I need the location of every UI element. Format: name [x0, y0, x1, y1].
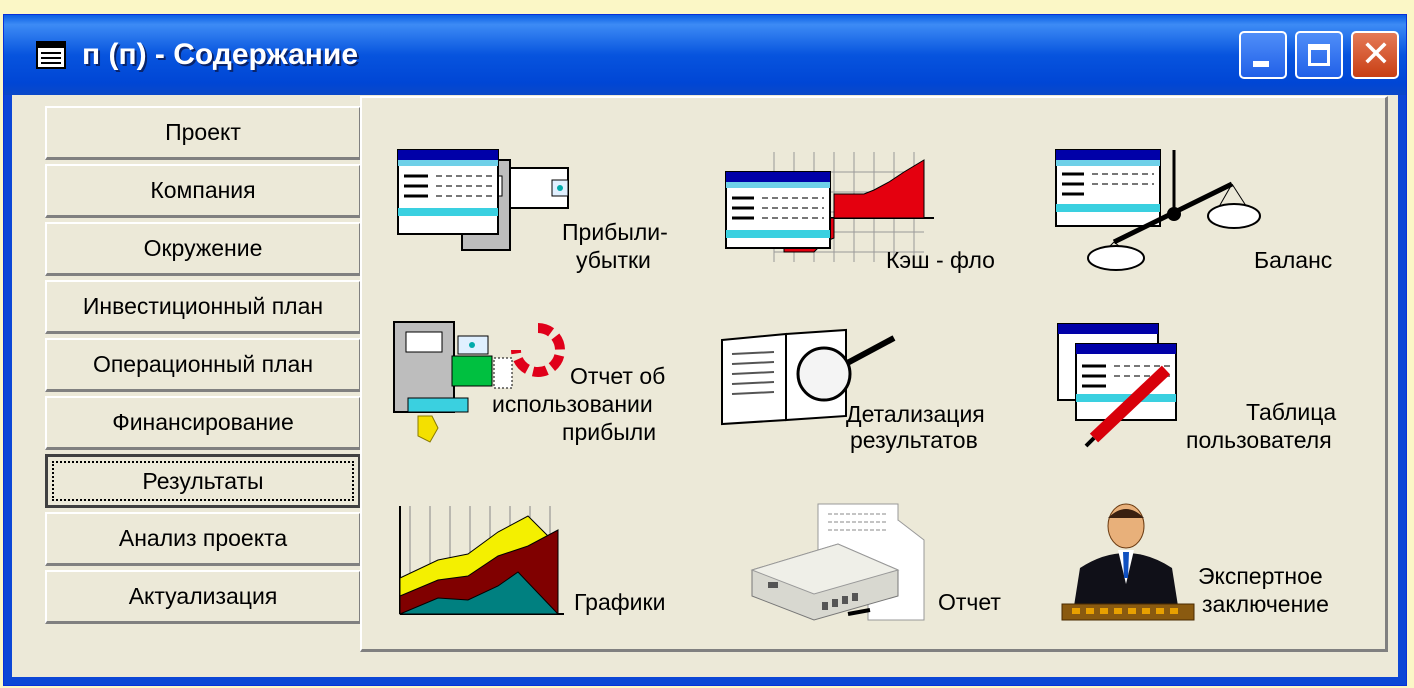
tile-report[interactable]: Отчет — [748, 500, 1028, 630]
tile-label: использовании — [492, 391, 653, 417]
nav-item-project[interactable]: Проект — [45, 106, 361, 160]
tile-label: прибыли — [562, 419, 657, 445]
nav-item-label: Инвестиционный план — [82, 293, 324, 319]
expert-icon — [1061, 503, 1195, 621]
printer-icon — [750, 503, 925, 621]
window-title: п (п) - Содержание — [82, 38, 359, 71]
tile-label: пользователя — [1186, 427, 1332, 453]
tile-cash-flow[interactable]: Кэш - фло — [724, 142, 1024, 273]
tile-label: заключение — [1202, 591, 1329, 617]
tile-label: Графики — [574, 589, 666, 615]
minimize-button[interactable] — [1239, 31, 1287, 79]
nav-item-label: Компания — [150, 177, 256, 203]
nav-item-label: Актуализация — [128, 583, 278, 609]
nav-item-results[interactable]: Результаты — [45, 454, 361, 508]
nav-item-financing[interactable]: Финансирование — [45, 396, 361, 450]
nav-item-project-analysis[interactable]: Анализ проекта — [45, 512, 361, 566]
tile-label: убытки — [576, 247, 651, 273]
window-frame-right — [1398, 95, 1406, 685]
tile-label: Прибыли- — [562, 219, 668, 245]
profit-loss-icon — [397, 149, 569, 251]
tile-user-table[interactable]: Таблица пользователя — [1054, 320, 1364, 460]
tile-charts[interactable]: Графики — [398, 502, 698, 626]
nav-item-operating-plan[interactable]: Операционный план — [45, 338, 361, 392]
nav-item-label: Результаты — [142, 468, 264, 494]
minimize-icon — [1253, 61, 1269, 67]
nav-item-label: Проект — [165, 119, 241, 145]
close-button[interactable]: ✕ — [1351, 31, 1399, 79]
profit-use-icon — [393, 321, 565, 443]
nav-item-label: Окружение — [143, 235, 263, 261]
tile-label: результатов — [850, 427, 978, 453]
title-bar[interactable]: п (п) - Содержание ✕ — [4, 15, 1406, 95]
tile-label: Отчет — [938, 589, 1001, 615]
nav-item-investment-plan[interactable]: Инвестиционный план — [45, 280, 361, 334]
results-panel: Прибыли- убытки Кэш - фло Баланс Отчет о… — [360, 96, 1388, 652]
tile-expert-opinion[interactable]: Экспертное заключение — [1054, 498, 1364, 632]
nav-item-label: Анализ проекта — [118, 525, 288, 551]
tile-profit-use[interactable]: Отчет об использовании прибыли — [388, 316, 698, 456]
document-icon — [36, 41, 66, 69]
nav-item-company[interactable]: Компания — [45, 164, 361, 218]
tile-label: Отчет об — [570, 363, 666, 389]
balance-scale-icon — [1055, 149, 1261, 271]
window-frame-bottom — [4, 677, 1406, 685]
tile-results-detail[interactable]: Детализация результатов — [716, 320, 1036, 460]
area-chart-icon — [399, 506, 564, 615]
nav-item-update[interactable]: Актуализация — [45, 570, 361, 624]
tile-label: Таблица — [1246, 399, 1337, 425]
nav-item-label: Финансирование — [112, 409, 294, 435]
tile-balance[interactable]: Баланс — [1054, 142, 1354, 276]
nav-item-label: Операционный план — [92, 351, 314, 377]
tile-label: Экспертное — [1198, 563, 1323, 589]
tile-label: Детализация — [846, 401, 985, 427]
nav-item-environment[interactable]: Окружение — [45, 222, 361, 276]
user-table-icon — [1057, 323, 1177, 448]
window-frame-left — [4, 95, 12, 685]
close-icon: ✕ — [1360, 34, 1392, 75]
tile-label: Кэш - фло — [886, 247, 995, 273]
tile-label: Баланс — [1254, 247, 1333, 273]
maximize-button[interactable] — [1295, 31, 1343, 79]
tile-profit-loss[interactable]: Прибыли- убытки — [392, 146, 692, 276]
maximize-icon — [1308, 44, 1330, 66]
